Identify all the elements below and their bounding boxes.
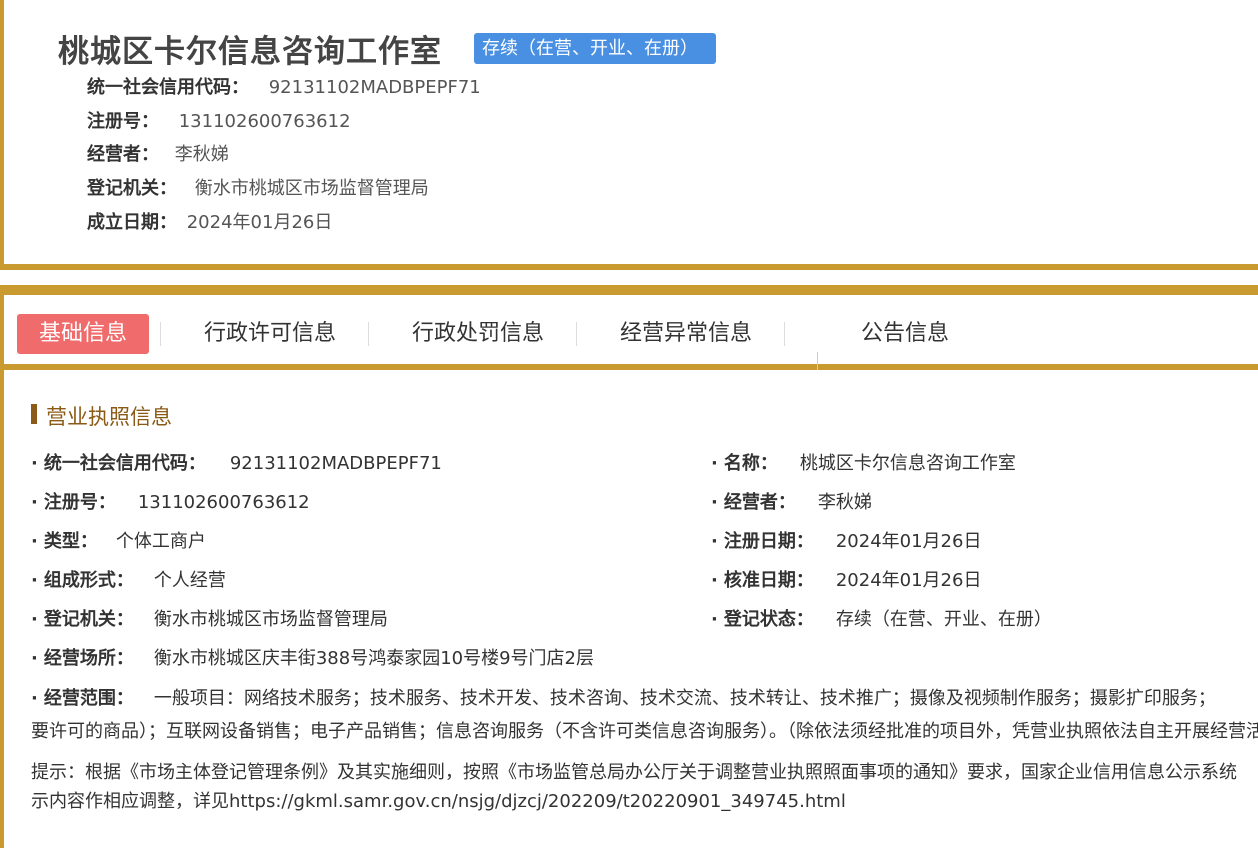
bullet: ·	[31, 648, 38, 669]
field-label: 经营范围：	[43, 688, 134, 709]
field-value: 个人经营	[153, 570, 226, 591]
field-value: 2024年01月26日	[835, 531, 982, 552]
bullet: ·	[711, 492, 718, 513]
bullet: ·	[711, 570, 718, 591]
field-value: 存续（在营、开业、在册）	[835, 609, 1052, 630]
tab-separator	[160, 322, 161, 346]
tab-basic-info[interactable]: 基础信息	[17, 314, 149, 354]
summary-operator-row: 经营者： 李秋娣	[87, 143, 229, 167]
tab-separator	[576, 322, 577, 346]
section-title: 营业执照信息	[46, 405, 172, 429]
field-business-scope: · 经营范围： 一般项目：网络技术服务；技术服务、技术开发、技术咨询、技术交流、技术…	[31, 686, 1216, 712]
summary-established-row: 成立日期： 2024年01月26日	[87, 211, 332, 235]
field-value: 92131102MADBPEPF71	[229, 453, 442, 474]
field-value: 衡水市桃城区市场监督管理局	[153, 609, 388, 630]
tab-abnormal-operation[interactable]: 经营异常信息	[620, 314, 752, 354]
field-label: 经营者：	[723, 492, 796, 513]
field-value: 衡水市桃城区庆丰街388号鸿泰家园10号楼9号门店2层	[153, 648, 595, 669]
summary-label: 成立日期：	[87, 212, 177, 233]
field-label: 组成形式：	[43, 570, 134, 591]
field-location: · 经营场所： 衡水市桃城区庆丰街388号鸿泰家园10号楼9号门店2层	[31, 646, 594, 672]
field-label: 注册号：	[43, 492, 116, 513]
tab-admin-penalty[interactable]: 行政处罚信息	[412, 314, 544, 354]
bullet: ·	[711, 531, 718, 552]
tab-separator	[784, 322, 785, 346]
summary-credit-code-row: 统一社会信用代码： 92131102MADBPEPF71	[87, 76, 481, 100]
field-label: 名称：	[723, 453, 778, 474]
field-value: 2024年01月26日	[835, 570, 982, 591]
summary-value: 2024年01月26日	[186, 212, 333, 233]
summary-value: 李秋娣	[174, 144, 229, 165]
summary-value: 131102600763612	[178, 111, 351, 132]
summary-authority-row: 登记机关： 衡水市桃城区市场监督管理局	[87, 177, 429, 201]
summary-label: 注册号：	[87, 111, 159, 132]
field-value: 桃城区卡尔信息咨询工作室	[799, 453, 1016, 474]
field-operator: · 经营者： 李秋娣	[711, 490, 872, 516]
notice-text-continuation: 示内容作相应调整，详见https://gkml.samr.gov.cn/nsjg…	[31, 791, 846, 812]
field-label: 登记机关：	[43, 609, 134, 630]
field-value: 李秋娣	[817, 492, 872, 513]
field-reg-number: · 注册号： 131102600763612	[31, 490, 310, 516]
tab-separator	[368, 322, 369, 346]
bullet: ·	[31, 453, 38, 474]
field-value: 一般项目：网络技术服务；技术服务、技术开发、技术咨询、技术交流、技术转让、技术推…	[153, 688, 1216, 709]
tab-admin-license[interactable]: 行政许可信息	[204, 314, 336, 354]
field-label: 类型：	[43, 531, 98, 552]
field-reg-date: · 注册日期： 2024年01月26日	[711, 529, 981, 555]
field-name: · 名称： 桃城区卡尔信息咨询工作室	[711, 451, 1016, 477]
field-label: 登记状态：	[723, 609, 814, 630]
status-badge: 存续（在营、开业、在册）	[474, 33, 716, 64]
field-approval-date: · 核准日期： 2024年01月26日	[711, 568, 981, 594]
summary-reg-number-row: 注册号： 131102600763612	[87, 110, 351, 134]
field-value: 131102600763612	[137, 492, 310, 513]
summary-label: 统一社会信用代码：	[87, 77, 249, 98]
field-credit-code: · 统一社会信用代码： 92131102MADBPEPF71	[31, 451, 442, 477]
field-reg-status: · 登记状态： 存续（在营、开业、在册）	[711, 607, 1052, 633]
field-label: 注册日期：	[723, 531, 814, 552]
notice-text: 提示：根据《市场主体登记管理条例》及其实施细则，按照《市场监管总局办公厅关于调整…	[31, 762, 1237, 783]
tab-announcements[interactable]: 公告信息	[861, 314, 949, 354]
summary-label: 登记机关：	[87, 178, 177, 199]
field-label: 经营场所：	[43, 648, 134, 669]
field-label: 统一社会信用代码：	[43, 453, 206, 474]
section-marker	[31, 404, 37, 424]
summary-value: 92131102MADBPEPF71	[268, 77, 481, 98]
bullet: ·	[31, 531, 38, 552]
bullet: ·	[711, 453, 718, 474]
bullet: ·	[31, 609, 38, 630]
bullet: ·	[31, 688, 38, 709]
field-authority: · 登记机关： 衡水市桃城区市场监督管理局	[31, 607, 388, 633]
summary-label: 经营者：	[87, 144, 159, 165]
bullet: ·	[31, 570, 38, 591]
business-scope-continuation: 要许可的商品）；互联网设备销售；电子产品销售；信息咨询服务（不含许可类信息咨询服…	[31, 721, 1258, 742]
field-value: 个体工商户	[115, 531, 206, 552]
bullet: ·	[31, 492, 38, 513]
field-form: · 组成形式： 个人经营	[31, 568, 226, 594]
bullet: ·	[711, 609, 718, 630]
company-name: 桃城区卡尔信息咨询工作室	[58, 34, 442, 70]
field-label: 核准日期：	[723, 570, 814, 591]
summary-value: 衡水市桃城区市场监督管理局	[194, 178, 429, 199]
field-type: · 类型： 个体工商户	[31, 529, 206, 555]
